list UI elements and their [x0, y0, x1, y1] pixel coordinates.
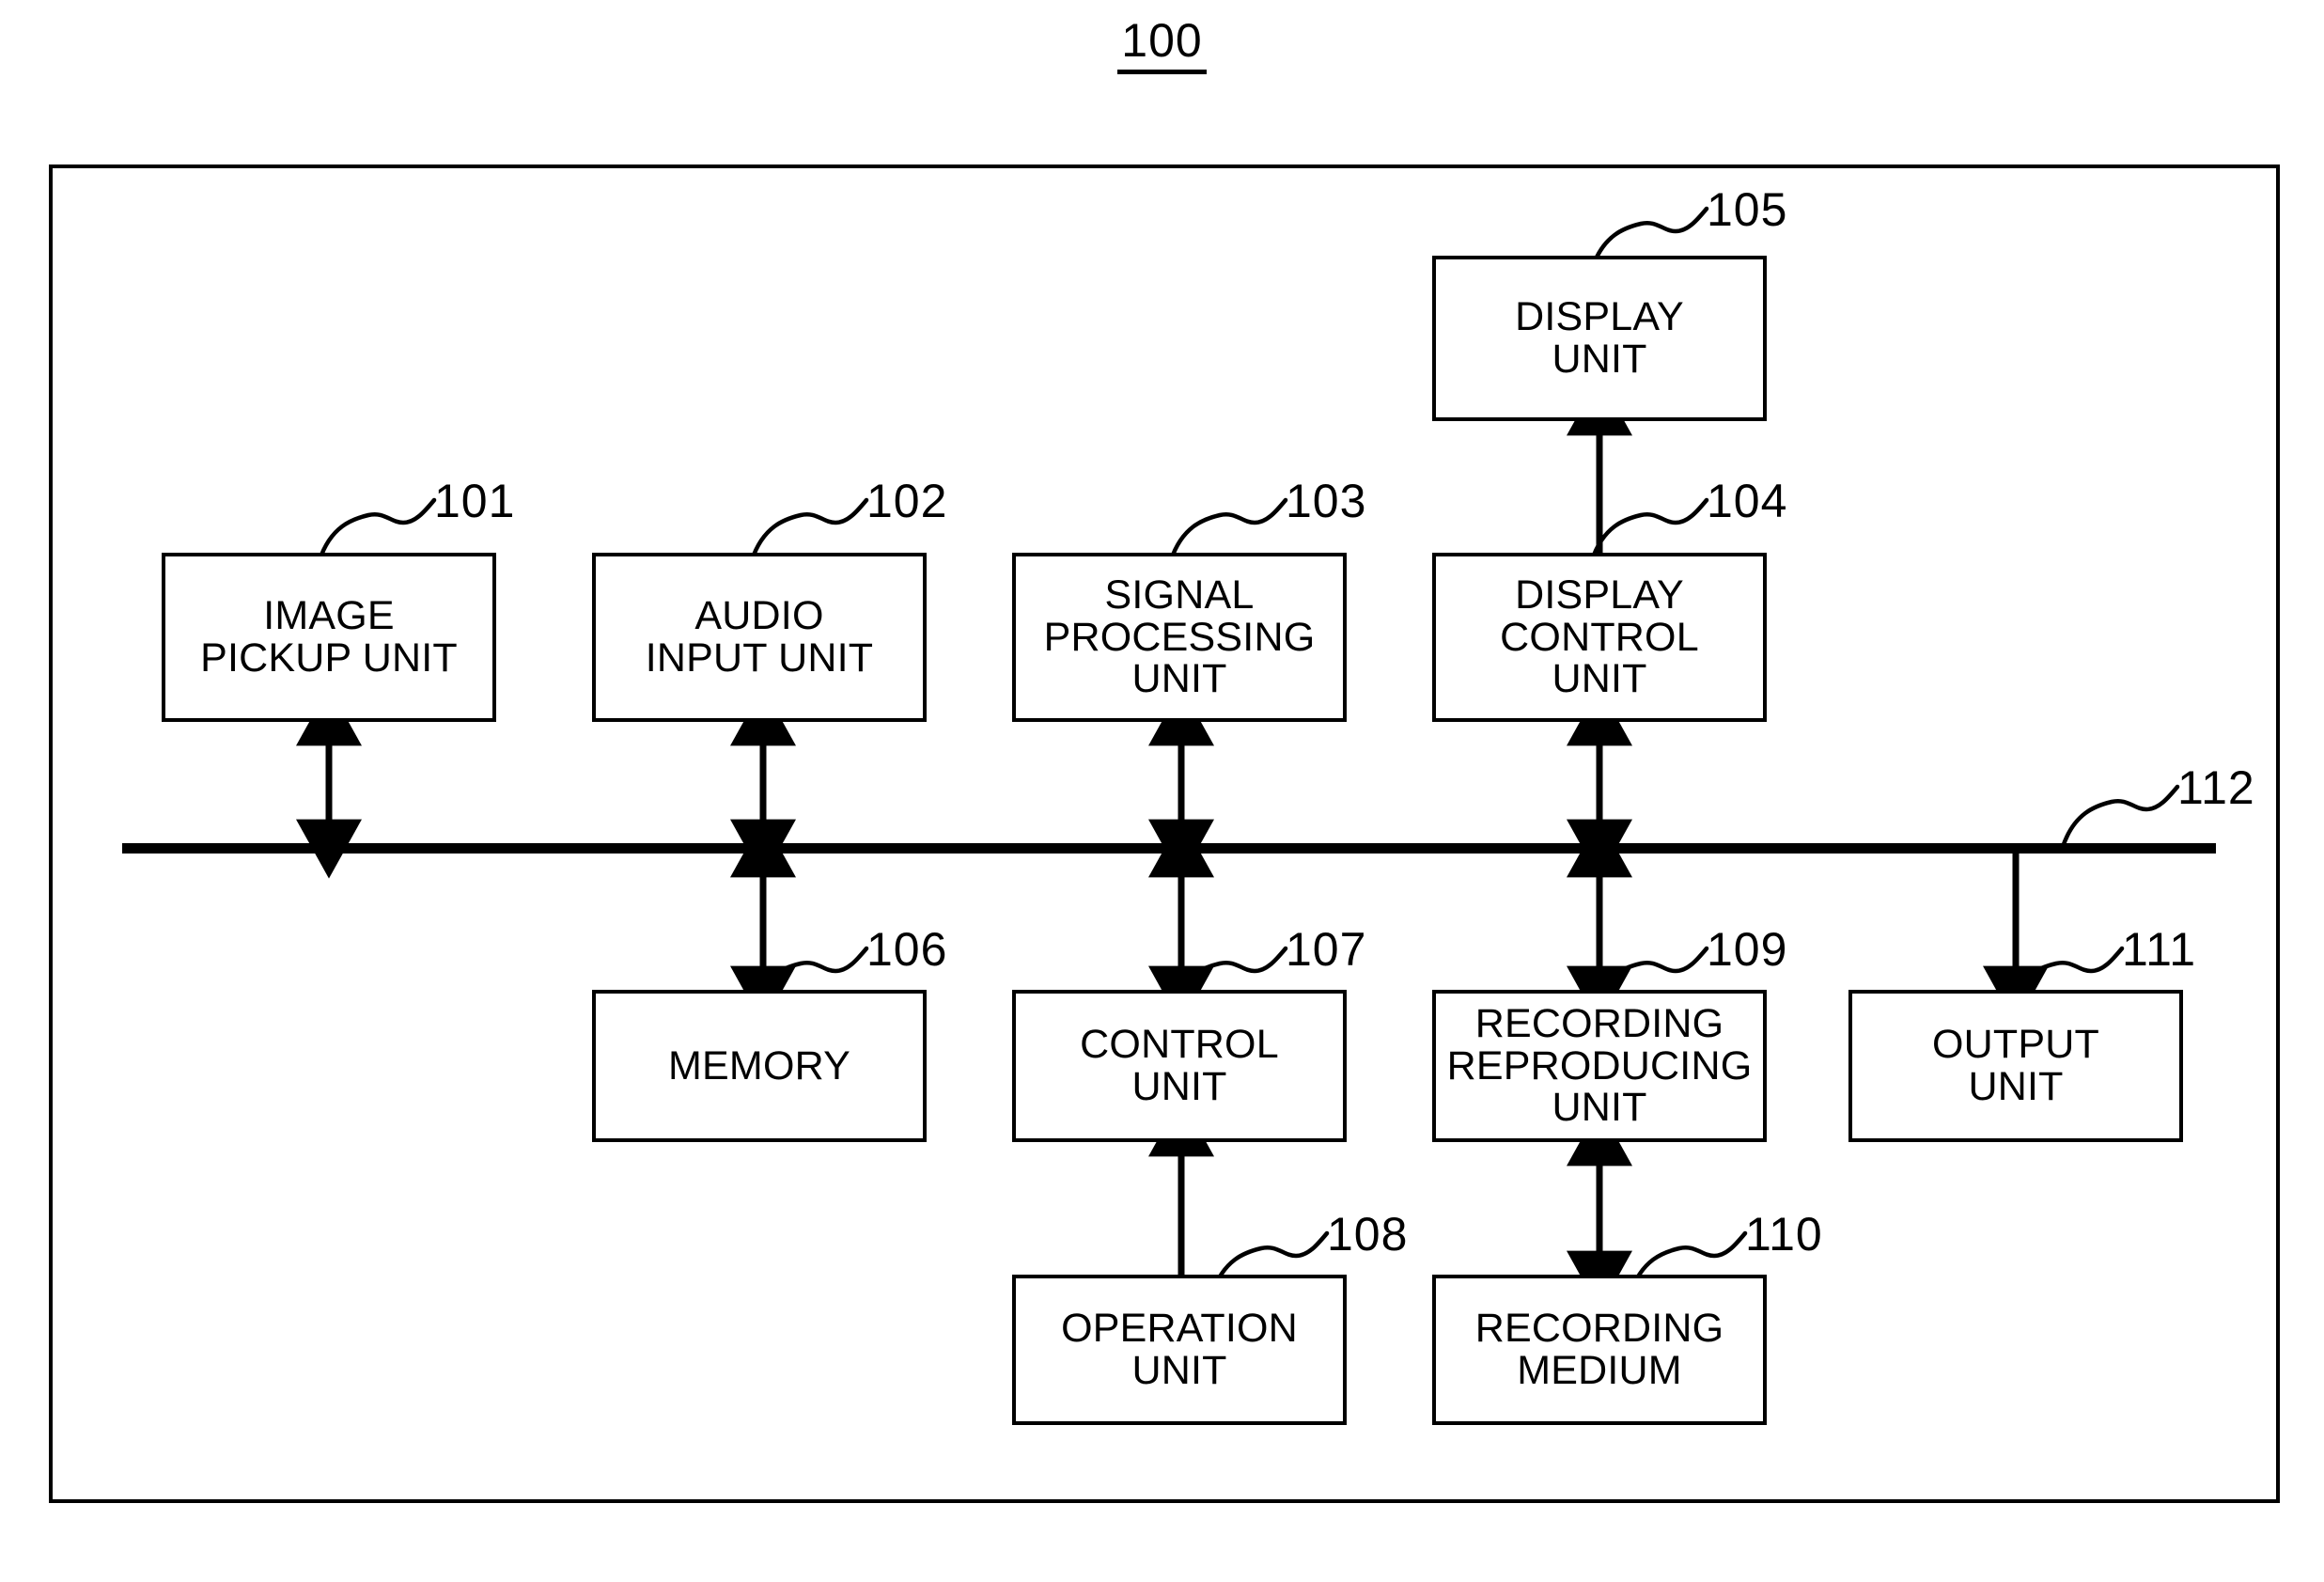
figure-number-title: 100 [0, 17, 2324, 74]
block-label: IMAGE PICKUP UNIT [200, 593, 458, 681]
block-label: RECORDING MEDIUM [1474, 1306, 1724, 1393]
ref-number-112: 112 [2177, 761, 2255, 814]
block-recording-medium[interactable]: RECORDING MEDIUM [1432, 1275, 1767, 1425]
ref-number-109: 109 [1707, 923, 1788, 976]
block-display-unit[interactable]: DISPLAY UNIT [1432, 256, 1767, 421]
ref-number-104: 104 [1707, 475, 1788, 527]
block-image-pickup-unit[interactable]: IMAGE PICKUP UNIT [162, 553, 496, 722]
figure-number-label: 100 [1117, 17, 1207, 74]
ref-number-105: 105 [1707, 183, 1788, 236]
system-bus-line [122, 843, 2216, 854]
block-label: CONTROL UNIT [1080, 1022, 1279, 1109]
block-audio-input-unit[interactable]: AUDIO INPUT UNIT [592, 553, 927, 722]
block-label: SIGNAL PROCESSING UNIT [1043, 572, 1316, 702]
ref-number-101: 101 [434, 475, 516, 527]
ref-number-111: 111 [2122, 923, 2197, 976]
block-memory[interactable]: MEMORY [592, 990, 927, 1142]
block-recording-reproducing-unit[interactable]: RECORDING REPRODUCING UNIT [1432, 990, 1767, 1142]
block-signal-processing-unit[interactable]: SIGNAL PROCESSING UNIT [1012, 553, 1347, 722]
ref-number-110: 110 [1745, 1208, 1823, 1261]
ref-number-106: 106 [866, 923, 948, 976]
block-label: DISPLAY UNIT [1515, 294, 1684, 382]
block-label: DISPLAY CONTROL UNIT [1500, 572, 1699, 702]
figure-canvas: 100 IMAGE PICKUP UNIT 101 AUDIO INPUT UN… [0, 0, 2324, 1582]
block-output-unit[interactable]: OUTPUT UNIT [1848, 990, 2183, 1142]
block-display-control-unit[interactable]: DISPLAY CONTROL UNIT [1432, 553, 1767, 722]
block-label: MEMORY [668, 1042, 850, 1089]
block-label: OPERATION UNIT [1061, 1306, 1298, 1393]
block-operation-unit[interactable]: OPERATION UNIT [1012, 1275, 1347, 1425]
block-control-unit[interactable]: CONTROL UNIT [1012, 990, 1347, 1142]
block-label: RECORDING REPRODUCING UNIT [1446, 1000, 1753, 1131]
ref-number-108: 108 [1327, 1208, 1409, 1261]
ref-number-107: 107 [1286, 923, 1367, 976]
ref-number-103: 103 [1286, 475, 1367, 527]
block-label: OUTPUT UNIT [1932, 1022, 2099, 1109]
block-label: AUDIO INPUT UNIT [645, 593, 874, 681]
ref-number-102: 102 [866, 475, 948, 527]
